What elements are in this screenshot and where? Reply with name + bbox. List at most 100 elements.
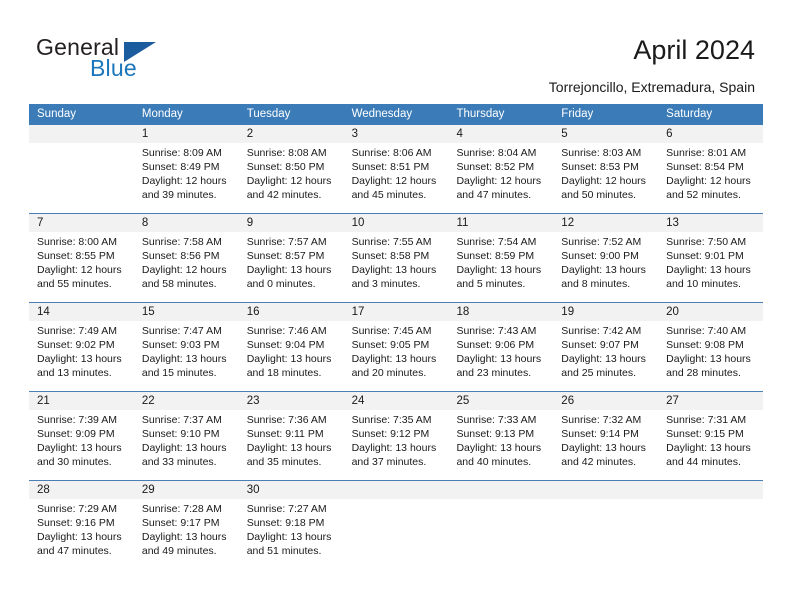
sunset-text: Sunset: 8:57 PM <box>246 250 325 262</box>
day-cell[interactable]: Sunrise: 8:09 AM Sunset: 8:49 PM Daylight:… <box>134 143 239 213</box>
day-cell[interactable]: Sunrise: 8:01 AM Sunset: 8:54 PM Daylight:… <box>658 143 763 213</box>
sunrise-text: Sunrise: 8:06 AM <box>351 147 432 159</box>
day-cell[interactable]: Sunrise: 7:39 AM Sunset: 9:09 PM Daylight:… <box>29 410 134 480</box>
day-number[interactable]: 1 <box>134 125 239 143</box>
day-cell[interactable]: Sunrise: 7:28 AM Sunset: 9:17 PM Daylight:… <box>134 499 239 569</box>
day-cell[interactable]: Sunrise: 7:42 AM Sunset: 9:07 PM Daylight:… <box>553 321 658 391</box>
sunset-text: Sunset: 9:07 PM <box>561 339 639 351</box>
day-cell[interactable]: Sunrise: 7:35 AM Sunset: 9:12 PM Daylight:… <box>344 410 449 480</box>
day-cell[interactable]: Sunrise: 7:43 AM Sunset: 9:06 PM Daylight:… <box>448 321 553 391</box>
day-number[interactable]: 25 <box>448 392 553 410</box>
day-number[interactable]: 27 <box>658 392 763 410</box>
day-number[interactable]: 23 <box>239 392 344 410</box>
day-number[interactable]: 12 <box>553 214 658 232</box>
day-number[interactable]: 2 <box>239 125 344 143</box>
day-cell-empty <box>344 499 449 569</box>
sunrise-text: Sunrise: 7:40 AM <box>666 325 747 337</box>
day-cell[interactable]: Sunrise: 7:29 AM Sunset: 9:16 PM Daylight:… <box>29 499 134 569</box>
day-cell[interactable]: Sunrise: 7:49 AM Sunset: 9:02 PM Daylight:… <box>29 321 134 391</box>
day-number[interactable]: 20 <box>658 303 763 321</box>
daylight-text-cont: and 28 minutes. <box>666 367 741 379</box>
day-cell-empty <box>448 499 553 569</box>
daylight-text-cont: and 47 minutes. <box>456 189 532 201</box>
day-cell[interactable]: Sunrise: 8:08 AM Sunset: 8:50 PM Daylight:… <box>239 143 344 213</box>
day-number[interactable]: 6 <box>658 125 763 143</box>
day-number[interactable]: 30 <box>239 481 344 499</box>
day-cell[interactable]: Sunrise: 7:37 AM Sunset: 9:10 PM Daylight:… <box>134 410 239 480</box>
day-number[interactable]: 21 <box>29 392 134 410</box>
day-detail-band: Sunrise: 8:00 AM Sunset: 8:55 PM Daylight:… <box>29 232 763 302</box>
day-number[interactable]: 4 <box>448 125 553 143</box>
calendar-week-row: 28 29 30 Sunrise: 7:29 AM Sunset: 9:16 PM Day… <box>29 480 763 569</box>
daylight-text: Daylight: 13 hours <box>37 531 122 543</box>
daylight-text: Daylight: 13 hours <box>666 442 751 454</box>
day-cell[interactable]: Sunrise: 7:27 AM Sunset: 9:18 PM Daylight:… <box>239 499 344 569</box>
sunrise-text: Sunrise: 8:09 AM <box>141 147 222 159</box>
day-number[interactable]: 11 <box>448 214 553 232</box>
daylight-text-cont: and 18 minutes. <box>246 367 322 379</box>
day-cell[interactable]: Sunrise: 7:55 AM Sunset: 8:58 PM Daylight:… <box>344 232 449 302</box>
day-number[interactable]: 13 <box>658 214 763 232</box>
day-number[interactable]: 5 <box>553 125 658 143</box>
day-cell[interactable]: Sunrise: 7:58 AM Sunset: 8:56 PM Daylight:… <box>134 232 239 302</box>
weekday-header-wednesday: Wednesday <box>351 108 413 120</box>
day-number[interactable]: 8 <box>134 214 239 232</box>
daylight-text-cont: and 3 minutes. <box>351 278 421 290</box>
sunset-text: Sunset: 9:10 PM <box>141 428 220 440</box>
day-number[interactable]: 7 <box>29 214 134 232</box>
day-cell[interactable]: Sunrise: 8:06 AM Sunset: 8:51 PM Daylight:… <box>344 143 449 213</box>
day-number[interactable]: 29 <box>134 481 239 499</box>
sunset-text: Sunset: 9:11 PM <box>246 428 324 440</box>
day-cell[interactable]: Sunrise: 7:36 AM Sunset: 9:11 PM Daylight:… <box>239 410 344 480</box>
sunset-text: Sunset: 8:59 PM <box>456 250 535 262</box>
daylight-text: Daylight: 13 hours <box>141 353 227 365</box>
day-number[interactable]: 22 <box>134 392 239 410</box>
daylight-text: Daylight: 13 hours <box>141 531 227 543</box>
day-cell[interactable]: Sunrise: 7:40 AM Sunset: 9:08 PM Daylight:… <box>658 321 763 391</box>
day-number[interactable]: 3 <box>344 125 449 143</box>
daylight-text-cont: and 10 minutes. <box>666 278 741 290</box>
calendar-week-row: 1 2 3 4 5 6 Sunrise: 8:09 AM Sunset: 8:49 PM Day… <box>29 125 763 213</box>
day-number[interactable]: 16 <box>239 303 344 321</box>
day-number[interactable]: 10 <box>344 214 449 232</box>
day-number[interactable]: 15 <box>134 303 239 321</box>
day-number[interactable]: 17 <box>344 303 449 321</box>
day-number[interactable]: 9 <box>239 214 344 232</box>
sunset-text: Sunset: 9:17 PM <box>141 517 220 529</box>
sunrise-text: Sunrise: 7:54 AM <box>456 236 537 248</box>
day-cell[interactable]: Sunrise: 7:47 AM Sunset: 9:03 PM Daylight:… <box>134 321 239 391</box>
sunrise-text: Sunrise: 7:46 AM <box>246 325 327 337</box>
day-cell[interactable]: Sunrise: 7:32 AM Sunset: 9:14 PM Daylight:… <box>553 410 658 480</box>
day-cell[interactable]: Sunrise: 7:57 AM Sunset: 8:57 PM Daylight:… <box>239 232 344 302</box>
sunset-text: Sunset: 9:01 PM <box>666 250 744 262</box>
day-detail-band: Sunrise: 7:39 AM Sunset: 9:09 PM Daylight:… <box>29 410 763 480</box>
sunset-text: Sunset: 8:55 PM <box>37 250 115 262</box>
day-cell[interactable]: Sunrise: 7:52 AM Sunset: 9:00 PM Daylight:… <box>553 232 658 302</box>
daylight-text-cont: and 45 minutes. <box>351 189 427 201</box>
day-number[interactable]: 28 <box>29 481 134 499</box>
day-cell[interactable]: Sunrise: 8:00 AM Sunset: 8:55 PM Daylight:… <box>29 232 134 302</box>
daylight-text: Daylight: 13 hours <box>561 264 646 276</box>
sunset-text: Sunset: 9:13 PM <box>456 428 535 440</box>
sunrise-text: Sunrise: 7:37 AM <box>141 414 222 426</box>
page-header: General Blue April 2024 Torrejoncillo, E… <box>0 0 792 100</box>
daylight-text: Daylight: 13 hours <box>561 353 646 365</box>
day-number[interactable]: 14 <box>29 303 134 321</box>
day-cell[interactable]: Sunrise: 7:46 AM Sunset: 9:04 PM Daylight:… <box>239 321 344 391</box>
daylight-text-cont: and 30 minutes. <box>37 456 112 468</box>
day-cell[interactable]: Sunrise: 7:50 AM Sunset: 9:01 PM Daylight:… <box>658 232 763 302</box>
day-cell[interactable]: Sunrise: 7:31 AM Sunset: 9:15 PM Daylight:… <box>658 410 763 480</box>
day-number[interactable]: 26 <box>553 392 658 410</box>
day-cell[interactable]: Sunrise: 8:03 AM Sunset: 8:53 PM Daylight:… <box>553 143 658 213</box>
calendar-week-row: 7 8 9 10 11 12 13 Sunrise: 8:00 AM Sunset: 8:55 … <box>29 213 763 302</box>
day-cell[interactable]: Sunrise: 7:33 AM Sunset: 9:13 PM Daylight:… <box>448 410 553 480</box>
general-blue-logo[interactable]: General Blue <box>36 34 236 86</box>
day-cell[interactable]: Sunrise: 7:54 AM Sunset: 8:59 PM Daylight:… <box>448 232 553 302</box>
day-number[interactable]: 19 <box>553 303 658 321</box>
day-cell[interactable]: Sunrise: 7:45 AM Sunset: 9:05 PM Daylight:… <box>344 321 449 391</box>
sunset-text: Sunset: 8:51 PM <box>351 161 430 173</box>
day-cell[interactable]: Sunrise: 8:04 AM Sunset: 8:52 PM Daylight:… <box>448 143 553 213</box>
day-number[interactable]: 18 <box>448 303 553 321</box>
daylight-text-cont: and 8 minutes. <box>561 278 631 290</box>
day-number[interactable]: 24 <box>344 392 449 410</box>
